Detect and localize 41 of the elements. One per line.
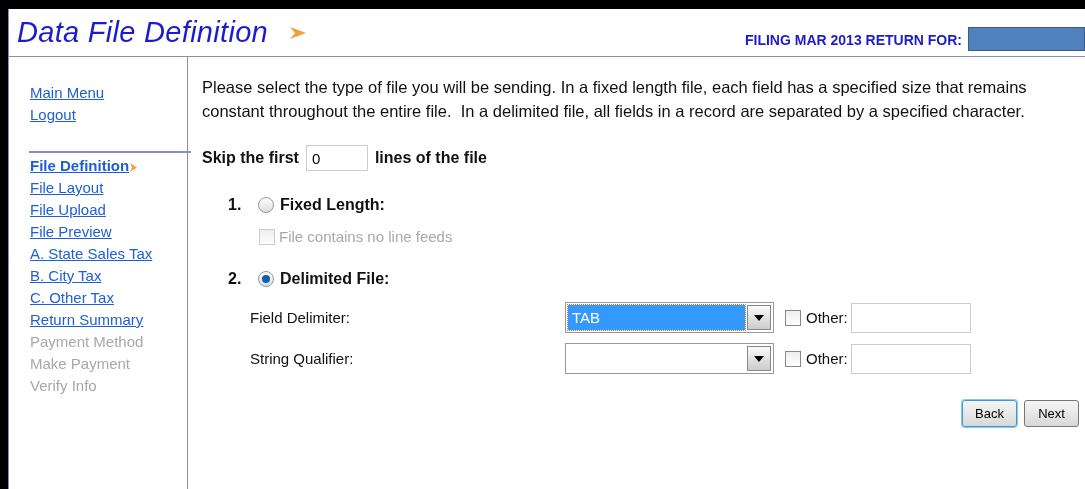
dropdown[interactable] — [565, 343, 774, 374]
arrow-icon — [290, 25, 306, 40]
nav-link[interactable]: C. Other Tax — [30, 288, 114, 308]
field-label: String Qualifier: — [250, 350, 355, 367]
option-label: Fixed Length: — [280, 196, 385, 214]
step-label: Verify Info — [30, 376, 97, 396]
other-label: Other: — [806, 309, 848, 326]
nav-button[interactable]: Next — [1024, 400, 1079, 427]
nav-link[interactable]: B. City Tax — [30, 266, 102, 286]
other-label: Other: — [806, 350, 848, 367]
nav-link[interactable]: Main Menu — [30, 83, 105, 103]
skip-suffix: lines of the file — [374, 149, 487, 167]
radio-button[interactable] — [258, 197, 274, 213]
nav-link[interactable]: File Preview — [30, 222, 112, 242]
field-label: Field Delimiter: — [250, 309, 352, 326]
step-label: Make Payment — [30, 354, 131, 374]
nav-link[interactable]: Logout — [30, 105, 76, 125]
step-label: Payment Method — [30, 332, 144, 352]
radio-button[interactable] — [258, 271, 274, 287]
caret-icon — [754, 355, 764, 362]
lines-input[interactable]: 0 — [305, 145, 368, 171]
option-label: Delimited File: — [280, 270, 390, 288]
page-title: Data File Definition — [17, 16, 268, 49]
nav-link[interactable]: File Layout — [30, 178, 104, 198]
checkbox-label: File contains no line feeds — [279, 228, 453, 245]
nav-link[interactable]: A. State Sales Tax — [30, 244, 153, 264]
intro-text: Please select the type of file you will be sending. In a fixed length file, each field has a specified size that remains constant throughout the entire file. In a delimited file, all fields in a record are separated by a specified character. — [202, 77, 1028, 122]
filing-label: FILING MAR 2013 RETURN FOR: — [745, 31, 962, 48]
skip-label: Skip the first — [202, 149, 299, 167]
other-input[interactable] — [850, 343, 971, 374]
nav-link[interactable]: File Definition — [30, 156, 130, 176]
option-number: 2. — [228, 270, 243, 288]
option-number: 1. — [228, 196, 243, 214]
other-input[interactable] — [850, 302, 971, 333]
nav-button[interactable]: Back — [962, 400, 1017, 427]
caret-icon — [754, 314, 764, 321]
arrow-icon — [130, 162, 138, 172]
nav-link[interactable]: Return Summary — [30, 310, 144, 330]
checkbox[interactable] — [785, 350, 801, 367]
nav-link[interactable]: File Upload — [30, 200, 106, 220]
checkbox[interactable] — [785, 309, 801, 326]
